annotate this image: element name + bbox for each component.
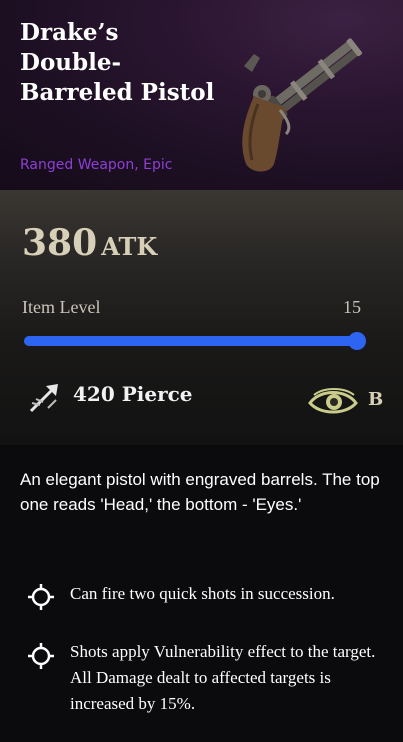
pierce-stat: 420 Pierce — [73, 382, 193, 406]
effect-text: Can fire two quick shots in succession. — [70, 584, 335, 603]
item-level-slider[interactable] — [24, 332, 366, 350]
crosshair-icon — [28, 584, 54, 610]
item-level-fill — [24, 332, 366, 350]
item-level-label: Item Level — [22, 297, 101, 317]
effect-text: Shots apply Vulnerability effect to the … — [70, 642, 376, 713]
perception-grade: B — [368, 389, 384, 410]
item-title: Drake’s Double-Barreled Pistol — [20, 19, 215, 106]
attack-stat: 380 ATK — [22, 222, 157, 264]
attack-unit: ATK — [101, 232, 158, 261]
item-description: An elegant pistol with engraved barrels.… — [20, 470, 380, 514]
item-subtitle: Ranged Weapon, Epic — [20, 157, 173, 173]
pistol-image — [242, 38, 363, 172]
crosshair-icon — [28, 643, 54, 669]
item-level-slider-handle[interactable] — [348, 332, 366, 350]
eye-icon — [308, 388, 358, 414]
attack-value: 380 — [22, 222, 98, 264]
arrow-pierce-icon — [29, 384, 58, 413]
item-level-value: 15 — [343, 297, 361, 317]
